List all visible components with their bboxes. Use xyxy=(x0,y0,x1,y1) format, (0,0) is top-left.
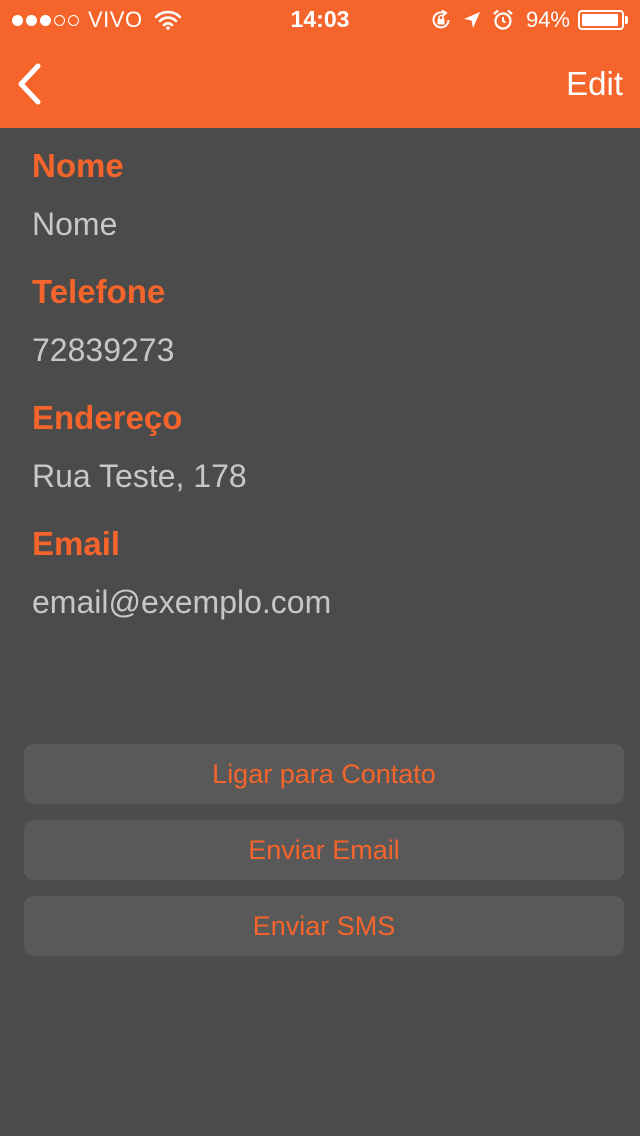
email-label: Email xyxy=(32,525,121,562)
battery-icon xyxy=(578,10,624,30)
orientation-lock-icon xyxy=(432,9,450,29)
address-value: Rua Teste, 178 xyxy=(32,458,247,494)
edit-button[interactable]: Edit xyxy=(566,65,623,103)
status-bar: VIVO 14:03 94% xyxy=(0,0,640,40)
send-sms-button[interactable]: Enviar SMS xyxy=(24,896,624,956)
battery-level-fill xyxy=(582,14,618,26)
email-value: email@exemplo.com xyxy=(32,584,332,620)
status-bar-right: 94% xyxy=(420,7,628,33)
phone-value: 72839273 xyxy=(32,332,175,368)
address-label: Endereço xyxy=(32,399,183,436)
navigation-header: VIVO 14:03 94% Edit xyxy=(0,0,640,128)
location-arrow-icon xyxy=(463,12,480,28)
send-email-button[interactable]: Enviar Email xyxy=(24,820,624,880)
phone-label: Telefone xyxy=(32,273,166,310)
name-label: Nome xyxy=(32,147,124,184)
chevron-left-icon[interactable] xyxy=(14,62,46,106)
name-value: Nome xyxy=(32,206,118,242)
battery-tip xyxy=(625,16,628,24)
call-contact-button[interactable]: Ligar para Contato xyxy=(24,744,624,804)
alarm-icon xyxy=(493,9,513,30)
battery-percentage: 94% xyxy=(525,7,570,32)
